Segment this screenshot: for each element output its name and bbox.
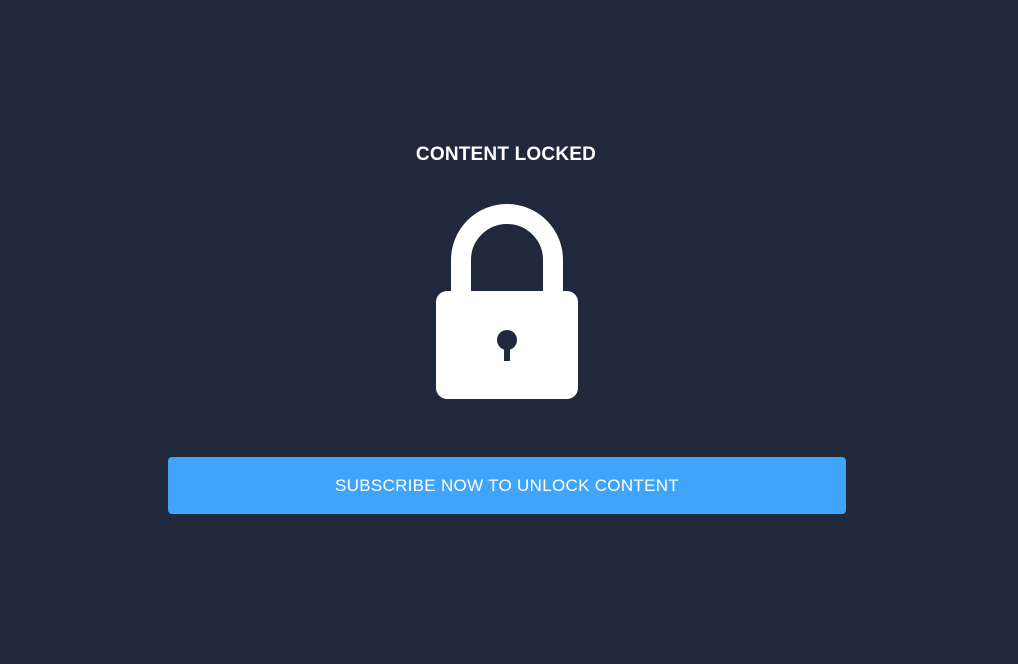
content-locked-title: CONTENT LOCKED [415,144,597,165]
content-locked-panel: CONTENT LOCKED SUBSCRIBE NOW TO UNLOCK C… [0,0,1018,664]
padlock-icon [436,204,578,400]
subscribe-button[interactable]: SUBSCRIBE NOW TO UNLOCK CONTENT [168,457,846,514]
